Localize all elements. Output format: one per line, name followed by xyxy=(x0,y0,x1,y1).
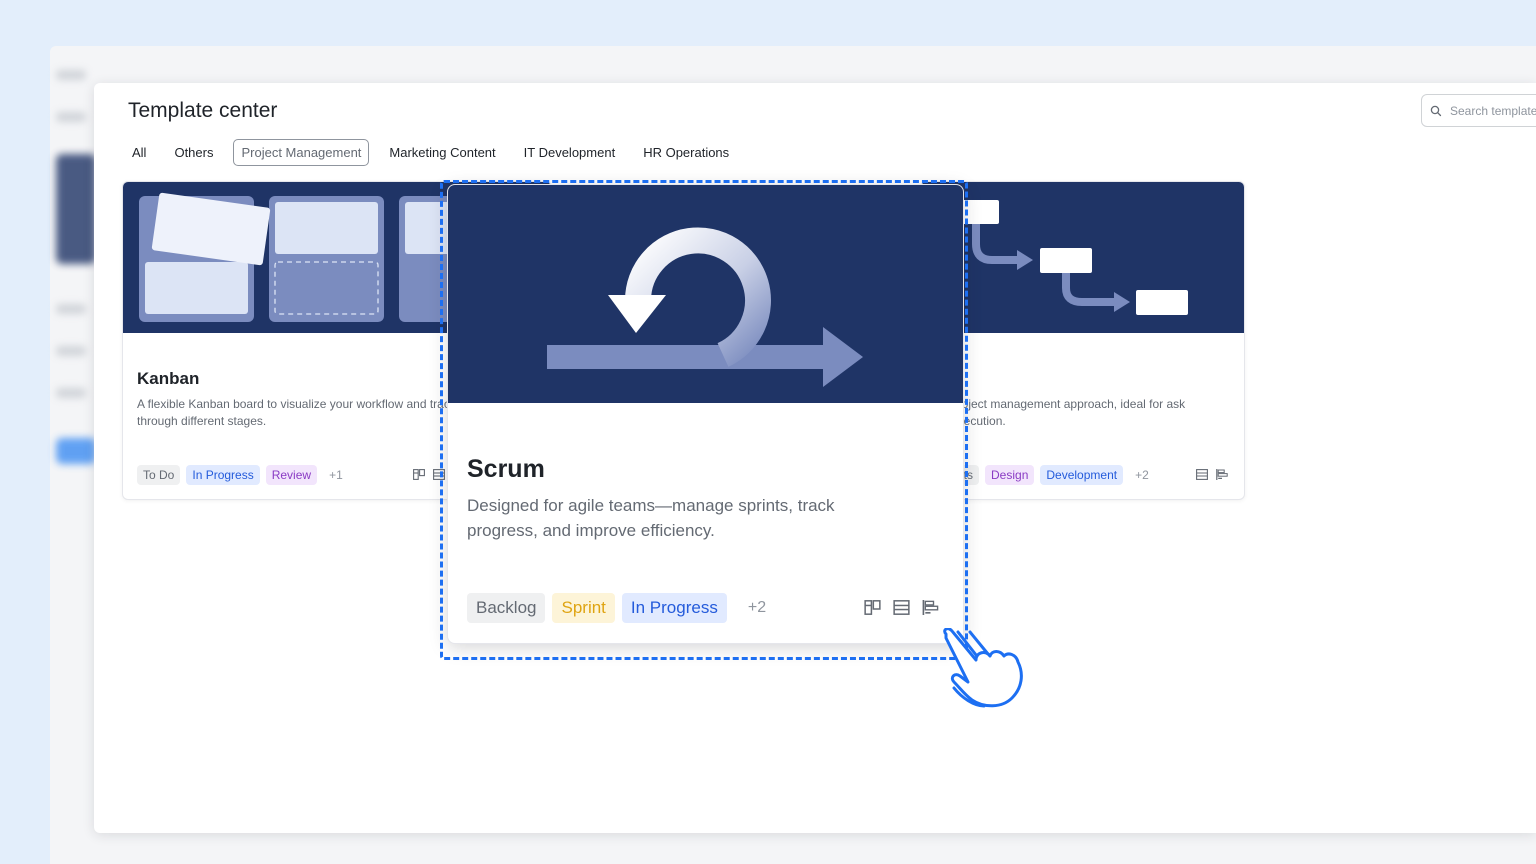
more-tags-count: +2 xyxy=(747,599,767,616)
tag: Sprint xyxy=(552,593,615,623)
tab-project-management[interactable]: Project Management xyxy=(233,139,370,166)
template-card-scrum[interactable]: Scrum Designed for agile teams—manage sp… xyxy=(447,184,964,644)
card-title: Kanban xyxy=(137,369,200,388)
kanban-view-icon xyxy=(413,469,425,480)
tab-marketing-content[interactable]: Marketing Content xyxy=(381,139,503,166)
search-icon xyxy=(1430,105,1442,116)
view-icons xyxy=(1196,469,1228,480)
view-icons xyxy=(864,600,939,615)
tab-all[interactable]: All xyxy=(124,139,154,166)
tag: Design xyxy=(985,465,1035,485)
tag: In Progress xyxy=(621,593,727,623)
blurred-sidebar xyxy=(56,70,96,670)
tag: Backlog xyxy=(467,593,546,623)
card-tags: nts Design Development +2 xyxy=(951,465,1149,485)
card-title: Scrum xyxy=(467,455,545,483)
table-view-icon xyxy=(893,600,910,615)
more-tags-count: +2 xyxy=(1135,468,1149,482)
tab-it-development[interactable]: IT Development xyxy=(516,139,624,166)
search-input[interactable] xyxy=(1450,103,1536,118)
scrum-cycle-icon xyxy=(547,227,863,387)
tag: In Progress xyxy=(186,465,260,485)
tab-hr-operations[interactable]: HR Operations xyxy=(635,139,737,166)
pointer-hand-icon xyxy=(943,628,1023,708)
template-search[interactable] xyxy=(1421,94,1536,127)
view-icons xyxy=(413,469,445,480)
gantt-view-icon xyxy=(922,600,939,615)
card-description: Designed for agile teams—manage sprints,… xyxy=(467,496,835,540)
template-card-waterfall[interactable]: ll project management approach, ideal fo… xyxy=(920,181,1245,500)
card-tags: To Do In Progress Review +1 xyxy=(137,465,343,485)
gantt-view-icon xyxy=(1216,469,1228,480)
scrum-hero-image xyxy=(448,185,963,403)
more-tags-count: +1 xyxy=(329,468,343,482)
tag: To Do xyxy=(137,465,181,485)
table-view-icon xyxy=(433,469,445,480)
category-tabs: All Others Project Management Marketing … xyxy=(124,139,749,166)
waterfall-hero-image xyxy=(921,182,1244,333)
card-tags: Backlog Sprint In Progress +2 xyxy=(467,593,766,623)
modal-title: Template center xyxy=(128,99,278,122)
tag: Development xyxy=(1040,465,1124,485)
table-view-icon xyxy=(1196,469,1208,480)
tag: Review xyxy=(265,465,318,485)
tab-others[interactable]: Others xyxy=(166,139,221,166)
card-description: project management approach, ideal for a… xyxy=(951,397,1186,428)
kanban-view-icon xyxy=(864,600,881,615)
